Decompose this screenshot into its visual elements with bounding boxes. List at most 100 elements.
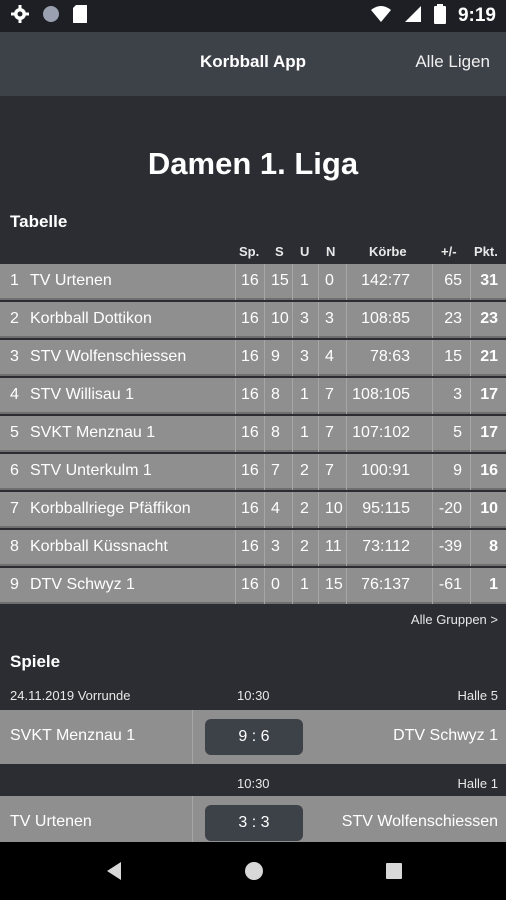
column-separator: [292, 568, 293, 604]
column-separator: [235, 340, 236, 376]
column-separator: [318, 416, 319, 452]
cell-played: 16: [241, 500, 259, 517]
cell-points: 21: [480, 348, 498, 365]
column-separator: [346, 340, 347, 376]
all-groups-link[interactable]: Alle Gruppen >: [411, 612, 498, 627]
column-separator: [432, 340, 433, 376]
cell-team: Korbball Küssnacht: [30, 538, 168, 555]
cell-draw: 2: [300, 538, 309, 555]
column-separator: [470, 568, 471, 604]
cell-points: 1: [489, 576, 498, 593]
all-leagues-button[interactable]: Alle Ligen: [415, 52, 490, 72]
cell-won: 8: [271, 424, 280, 441]
column-separator: [292, 302, 293, 338]
cell-diff: 15: [444, 348, 462, 365]
cell-team: DTV Schwyz 1: [30, 576, 135, 593]
column-separator: [235, 454, 236, 490]
column-separator: [235, 568, 236, 604]
cell-draw: 3: [300, 310, 309, 327]
column-separator: [292, 454, 293, 490]
match-hall: Halle 5: [457, 688, 498, 703]
cell-lost: 3: [325, 310, 334, 327]
battery-icon: [433, 3, 446, 29]
home-team: TV Urtenen: [10, 813, 92, 830]
cell-won: 9: [271, 348, 280, 365]
cell-draw: 1: [300, 576, 309, 593]
cell-diff: -39: [438, 538, 462, 555]
header-points: Pkt.: [474, 244, 498, 259]
cell-rank: 2: [10, 310, 19, 327]
cell-won: 15: [271, 272, 289, 289]
cell-lost: 15: [325, 576, 343, 593]
header-played: Sp.: [239, 244, 260, 259]
column-separator: [264, 416, 265, 452]
home-icon[interactable]: [244, 861, 264, 886]
main-content[interactable]: Damen 1. Liga Tabelle Sp. S U N Körbe +/…: [0, 96, 506, 842]
clock: 9:19: [457, 5, 496, 26]
column-separator: [318, 264, 319, 300]
cell-points: 8: [489, 538, 498, 555]
score-badge[interactable]: 3 : 3: [205, 805, 303, 841]
header-lost: N: [326, 244, 336, 259]
cell-diff: 23: [444, 310, 462, 327]
back-icon[interactable]: [105, 861, 123, 886]
table-header: Sp. S U N Körbe +/- Pkt.: [0, 242, 506, 264]
match-date: 24.11.2019 Vorrunde: [10, 688, 131, 703]
status-bar: 9:19: [0, 0, 506, 32]
cell-played: 16: [241, 348, 259, 365]
cell-baskets: 108:105: [352, 386, 410, 403]
cell-diff: 5: [453, 424, 462, 441]
column-separator: [292, 416, 293, 452]
cell-diff: 9: [453, 462, 462, 479]
cell-rank: 5: [10, 424, 19, 441]
cell-draw: 1: [300, 386, 309, 403]
column-separator: [264, 568, 265, 604]
column-separator: [235, 416, 236, 452]
header-draw: U: [300, 244, 310, 259]
match-hall: Halle 1: [457, 776, 498, 791]
cell-played: 16: [241, 272, 259, 289]
cell-won: 0: [271, 576, 280, 593]
match-row[interactable]: SVKT Menznau 1 9 : 6 DTV Schwyz 1: [0, 710, 506, 764]
column-separator: [346, 530, 347, 566]
column-separator: [346, 416, 347, 452]
table-row[interactable]: 5 SVKT Menznau 1 16 8 1 7 107:102 5 17: [0, 416, 506, 452]
table-row[interactable]: 9 DTV Schwyz 1 16 0 1 15 76:137 -61 1: [0, 568, 506, 604]
column-separator: [264, 378, 265, 414]
table-row[interactable]: 2 Korbball Dottikon 16 10 3 3 108:85 23 23: [0, 302, 506, 338]
column-separator: [235, 530, 236, 566]
cell-won: 8: [271, 386, 280, 403]
cell-baskets: 108:85: [361, 310, 410, 327]
column-separator: [318, 302, 319, 338]
recents-icon[interactable]: [385, 861, 403, 886]
table-row[interactable]: 6 STV Unterkulm 1 16 7 2 7 100:91 9 16: [0, 454, 506, 490]
cell-diff: 65: [444, 272, 462, 289]
app-bar: Korbball App Alle Ligen: [0, 32, 506, 96]
away-team: STV Wolfenschiessen: [341, 813, 498, 830]
match-row[interactable]: TV Urtenen 3 : 3 STV Wolfenschiessen: [0, 796, 506, 842]
column-separator: [432, 264, 433, 300]
cell-lost: 7: [325, 462, 334, 479]
cell-rank: 8: [10, 538, 19, 555]
sd-card-icon: [72, 4, 88, 29]
column-separator: [318, 568, 319, 604]
column-separator: [470, 264, 471, 300]
table-row[interactable]: 3 STV Wolfenschiessen 16 9 3 4 78:63 15 21: [0, 340, 506, 376]
column-separator: [292, 340, 293, 376]
table-row[interactable]: 4 STV Willisau 1 16 8 1 7 108:105 3 17: [0, 378, 506, 414]
cell-points: 23: [480, 310, 498, 327]
cell-baskets: 73:112: [362, 538, 410, 555]
column-separator: [235, 264, 236, 300]
table-row[interactable]: 1 TV Urtenen 16 15 1 0 142:77 65 31: [0, 264, 506, 300]
match-meta: 10:30 Halle 1: [0, 772, 506, 798]
cell-played: 16: [241, 462, 259, 479]
cell-points: 16: [480, 462, 498, 479]
match-time: 10:30: [237, 688, 270, 703]
score-badge[interactable]: 9 : 6: [205, 719, 303, 755]
column-separator: [292, 492, 293, 528]
column-separator: [470, 302, 471, 338]
cell-team: TV Urtenen: [30, 272, 112, 289]
system-nav-bar: [0, 842, 506, 900]
table-row[interactable]: 7 Korbballriege Pfäffikon 16 4 2 10 95:115 -20 1…: [0, 492, 506, 528]
table-row[interactable]: 8 Korbball Küssnacht 16 3 2 11 73:112 -39 8: [0, 530, 506, 566]
